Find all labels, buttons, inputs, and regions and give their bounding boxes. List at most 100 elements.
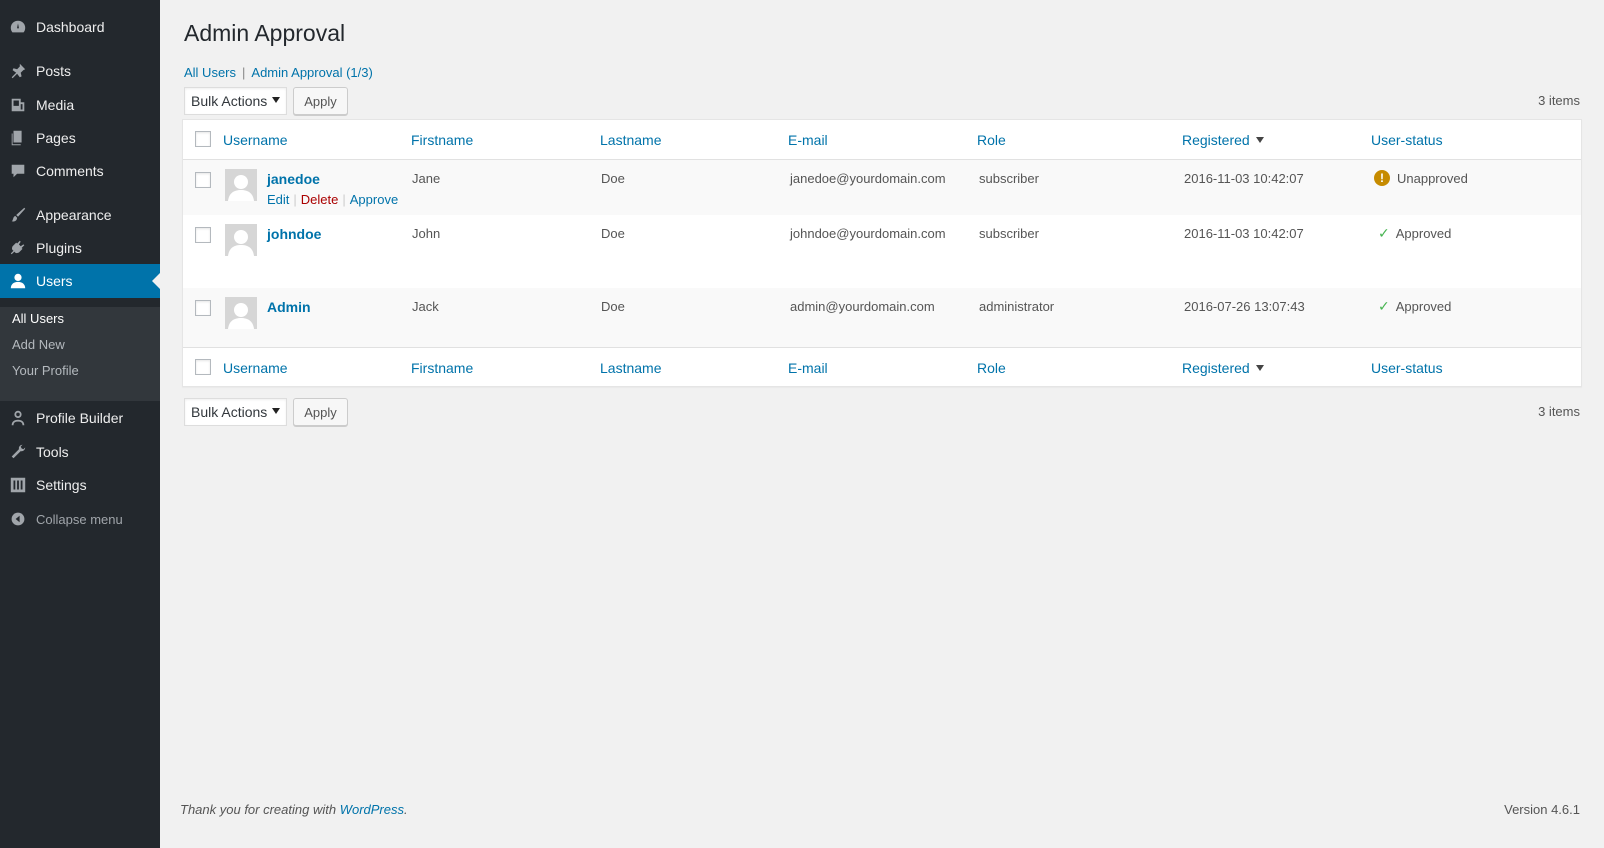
collapse-menu-button[interactable]: Collapse menu: [0, 502, 160, 536]
menu-item-comments[interactable]: Comments: [0, 154, 160, 188]
select-all-checkbox-bottom[interactable]: [195, 359, 211, 375]
apply-button-bottom[interactable]: Apply: [293, 398, 348, 426]
menu-item-profile-builder[interactable]: Profile Builder: [0, 401, 160, 435]
table-header: Username Firstname Lastname E-mail Role …: [183, 120, 1581, 160]
column-registered[interactable]: Registered: [1182, 132, 1264, 148]
status-badge: ✓ Approved: [1374, 225, 1451, 242]
menu-label-plugins: Plugins: [36, 240, 82, 256]
user-icon: [0, 272, 36, 290]
dropdown-caret-icon: [272, 408, 280, 414]
collapse-menu-label: Collapse menu: [36, 511, 123, 527]
filter-admin-approval[interactable]: Admin Approval (1/3): [251, 65, 372, 80]
menu-label-posts: Posts: [36, 63, 72, 79]
status-text: Approved: [1395, 226, 1452, 241]
column-email[interactable]: E-mail: [788, 360, 828, 376]
submenu-your-profile[interactable]: Your Profile: [12, 363, 79, 378]
status-badge: ✓ Approved: [1374, 298, 1451, 315]
cell-role: subscriber: [979, 226, 1039, 241]
menu-item-users[interactable]: Users: [0, 264, 160, 298]
cell-email: johndoe@yourdomain.com: [790, 226, 946, 241]
action-separator: |: [293, 192, 297, 207]
username-link[interactable]: Admin: [267, 299, 311, 315]
cell-registered: 2016-11-03 10:42:07: [1184, 171, 1304, 186]
bulk-actions-select-bottom[interactable]: Bulk Actions: [184, 398, 287, 426]
status-text: Unapproved: [1397, 170, 1468, 186]
column-role[interactable]: Role: [977, 132, 1006, 148]
pin-icon: [0, 62, 36, 80]
column-username[interactable]: Username: [223, 360, 288, 376]
filter-all-users[interactable]: All Users: [184, 65, 236, 80]
menu-label-settings: Settings: [36, 477, 87, 493]
menu-item-media[interactable]: Media: [0, 88, 160, 122]
sort-desc-icon: [1255, 137, 1264, 144]
tablenav-top: Bulk Actions Apply 3 items: [184, 87, 1580, 115]
edit-link[interactable]: Edit: [267, 192, 289, 207]
menu-item-posts[interactable]: Posts: [0, 54, 160, 88]
menu-item-appearance[interactable]: Appearance: [0, 198, 160, 232]
main-content: Admin Approval All Users | Admin Approval …: [160, 0, 1604, 848]
cell-firstname: John: [412, 226, 441, 241]
tablenav-bottom: Bulk Actions Apply 3 items: [184, 398, 1580, 426]
warning-icon: !: [1374, 170, 1390, 186]
column-firstname[interactable]: Firstname: [411, 360, 473, 376]
bulk-actions-select[interactable]: Bulk Actions: [184, 87, 287, 115]
menu-item-dashboard[interactable]: Dashboard: [0, 10, 160, 44]
collapse-arrow-icon: [0, 511, 36, 527]
cell-email: admin@yourdomain.com: [790, 299, 935, 314]
column-firstname[interactable]: Firstname: [411, 132, 473, 148]
wrench-icon: [0, 443, 36, 461]
column-lastname[interactable]: Lastname: [600, 360, 661, 376]
menu-label-tools: Tools: [36, 444, 69, 460]
delete-link[interactable]: Delete: [301, 192, 339, 207]
column-username[interactable]: Username: [223, 132, 288, 148]
table-row: Admin Jack Doe admin@yourdomain.com admi…: [183, 288, 1581, 347]
column-registered[interactable]: Registered: [1182, 360, 1264, 376]
footer-thanks: Thank you for creating with WordPress.: [180, 802, 408, 817]
apply-button[interactable]: Apply: [293, 87, 348, 115]
cell-firstname: Jane: [412, 171, 441, 186]
menu-item-pages[interactable]: Pages: [0, 121, 160, 155]
row-checkbox[interactable]: [195, 172, 211, 188]
username-link[interactable]: johndoe: [267, 226, 321, 242]
username-link[interactable]: janedoe: [267, 171, 320, 187]
column-email[interactable]: E-mail: [788, 132, 828, 148]
column-role[interactable]: Role: [977, 360, 1006, 376]
table-footer-header: Username Firstname Lastname E-mail Role …: [183, 347, 1581, 387]
menu-item-plugins[interactable]: Plugins: [0, 231, 160, 265]
column-registered-label: Registered: [1182, 132, 1250, 148]
submenu-all-users[interactable]: All Users: [12, 311, 64, 326]
row-checkbox[interactable]: [195, 227, 211, 243]
table-row: janedoe Edit | Delete | Approve Jane Doe jan…: [183, 160, 1581, 215]
person-icon: [0, 409, 36, 427]
plug-icon: [0, 239, 36, 257]
submenu-add-new[interactable]: Add New: [12, 337, 65, 352]
menu-label-dashboard: Dashboard: [36, 19, 105, 35]
action-separator: |: [342, 192, 346, 207]
menu-label-media: Media: [36, 97, 75, 113]
items-count: 3 items: [1538, 93, 1580, 108]
menu-label-users: Users: [36, 273, 73, 289]
row-checkbox[interactable]: [195, 300, 211, 316]
bulk-actions-value: Bulk Actions: [191, 93, 268, 109]
users-submenu: All Users Add New Your Profile: [0, 307, 160, 401]
cell-email: janedoe@yourdomain.com: [790, 171, 946, 186]
brush-icon: [0, 206, 36, 224]
sort-desc-icon: [1255, 365, 1264, 372]
admin-sidebar: Dashboard Posts Media Pages Comments App…: [0, 0, 160, 848]
comment-icon: [0, 162, 36, 180]
select-all-checkbox[interactable]: [195, 131, 211, 147]
column-user-status[interactable]: User-status: [1371, 360, 1443, 376]
cell-lastname: Doe: [601, 226, 625, 241]
column-user-status[interactable]: User-status: [1371, 132, 1443, 148]
approve-link[interactable]: Approve: [350, 192, 398, 207]
check-icon: ✓: [1378, 298, 1390, 314]
column-lastname[interactable]: Lastname: [600, 132, 661, 148]
items-count: 3 items: [1538, 404, 1580, 419]
page-title: Admin Approval: [184, 20, 346, 46]
user-filter-links: All Users | Admin Approval (1/3): [184, 65, 373, 80]
menu-item-tools[interactable]: Tools: [0, 435, 160, 469]
wordpress-link[interactable]: WordPress: [340, 802, 404, 817]
cell-role: subscriber: [979, 171, 1039, 186]
filter-separator: |: [242, 65, 246, 80]
menu-item-settings[interactable]: Settings: [0, 468, 160, 502]
